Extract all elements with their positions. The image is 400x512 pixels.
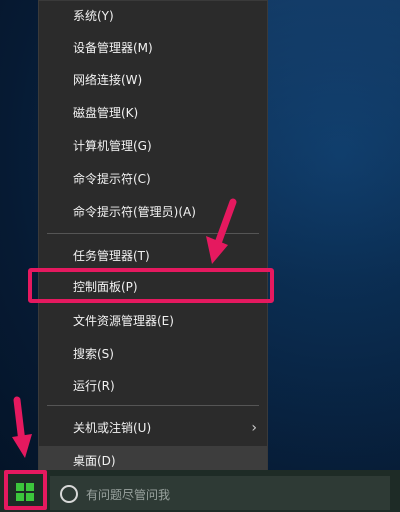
arrow-to-control-panel-icon [206,198,237,264]
arrow-to-start-icon [12,396,32,458]
annotation-arrows [12,198,237,458]
